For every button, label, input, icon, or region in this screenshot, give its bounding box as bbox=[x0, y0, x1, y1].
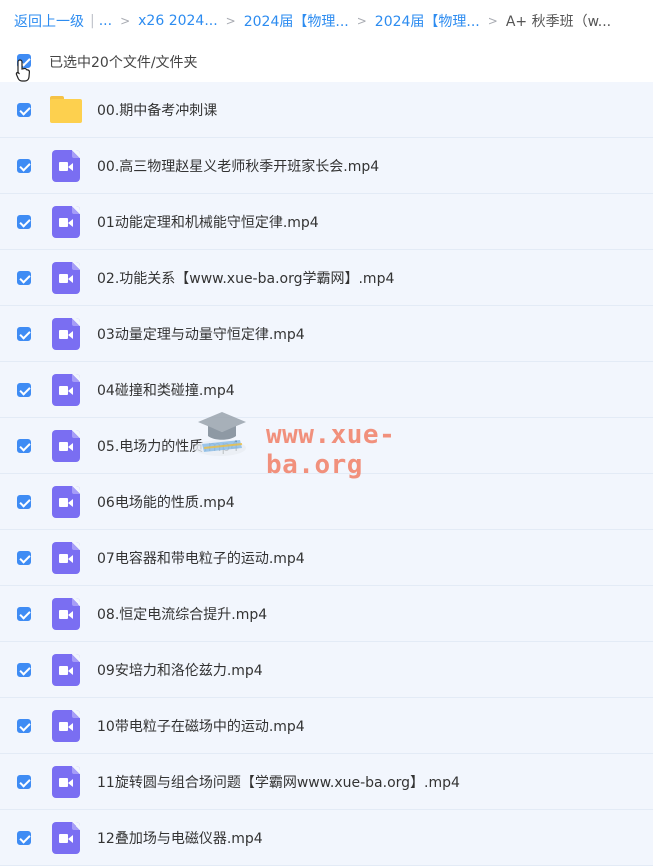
video-file-icon bbox=[50, 486, 82, 518]
row-checkbox[interactable] bbox=[17, 551, 31, 565]
mouse-cursor-icon bbox=[15, 59, 31, 82]
row-checkbox[interactable] bbox=[17, 327, 31, 341]
row-checkbox[interactable] bbox=[17, 775, 31, 789]
row-checkbox[interactable] bbox=[17, 383, 31, 397]
video-file-icon bbox=[50, 598, 82, 630]
file-row[interactable]: 09安培力和洛伦兹力.mp4 bbox=[0, 642, 653, 698]
file-name[interactable]: 12叠加场与电磁仪器.mp4 bbox=[97, 828, 263, 848]
file-name[interactable]: 04碰撞和类碰撞.mp4 bbox=[97, 380, 235, 400]
breadcrumb-item[interactable]: x26 2024... bbox=[138, 13, 218, 29]
breadcrumb-current: A+ 秋季班（w... bbox=[505, 14, 612, 30]
video-file-icon bbox=[50, 766, 82, 798]
selection-bar: 已选中20个文件/文件夹 bbox=[0, 44, 653, 78]
file-list: 00.期中备考冲刺课 00.高三物理赵星义老师秋季开班家长会.mp4 01动能定理和… bbox=[0, 82, 653, 866]
breadcrumb-item[interactable]: 2024届【物理... bbox=[375, 11, 480, 31]
file-row[interactable]: 08.恒定电流综合提升.mp4 bbox=[0, 586, 653, 642]
file-name[interactable]: 01动能定理和机械能守恒定律.mp4 bbox=[97, 212, 319, 232]
video-file-icon bbox=[50, 654, 82, 686]
video-file-icon bbox=[50, 430, 82, 462]
row-checkbox[interactable] bbox=[17, 103, 31, 117]
file-row[interactable]: 04碰撞和类碰撞.mp4 bbox=[0, 362, 653, 418]
file-row[interactable]: 01动能定理和机械能守恒定律.mp4 bbox=[0, 194, 653, 250]
breadcrumb-item[interactable]: 2024届【物理... bbox=[244, 11, 349, 31]
breadcrumb-separator: > bbox=[120, 14, 131, 28]
file-name[interactable]: 08.恒定电流综合提升.mp4 bbox=[97, 604, 267, 624]
row-checkbox[interactable] bbox=[17, 663, 31, 677]
file-row[interactable]: 12叠加场与电磁仪器.mp4 bbox=[0, 810, 653, 866]
video-file-icon bbox=[50, 822, 82, 854]
folder-row[interactable]: 00.期中备考冲刺课 bbox=[0, 82, 653, 138]
file-name[interactable]: 00.期中备考冲刺课 bbox=[97, 100, 217, 120]
breadcrumb-separator: > bbox=[356, 14, 367, 28]
file-row[interactable]: 06电场能的性质.mp4 bbox=[0, 474, 653, 530]
file-row[interactable]: 02.功能关系【www.xue-ba.org学霸网】.mp4 bbox=[0, 250, 653, 306]
selection-count-text: 已选中20个文件/文件夹 bbox=[49, 55, 198, 71]
file-name[interactable]: 00.高三物理赵星义老师秋季开班家长会.mp4 bbox=[97, 156, 379, 176]
back-link[interactable]: 返回上一级 bbox=[14, 11, 84, 31]
row-checkbox[interactable] bbox=[17, 159, 31, 173]
video-file-icon bbox=[50, 710, 82, 742]
folder-icon bbox=[50, 94, 82, 126]
row-checkbox[interactable] bbox=[17, 215, 31, 229]
video-file-icon bbox=[50, 318, 82, 350]
file-row[interactable]: 05.电场力的性质.mp4 bbox=[0, 418, 653, 474]
row-checkbox[interactable] bbox=[17, 719, 31, 733]
video-file-icon bbox=[50, 206, 82, 238]
file-name[interactable]: 11旋转圆与组合场问题【学霸网www.xue-ba.org】.mp4 bbox=[97, 772, 460, 792]
breadcrumb-ellipsis[interactable]: ... bbox=[99, 13, 112, 29]
row-checkbox[interactable] bbox=[17, 831, 31, 845]
row-checkbox[interactable] bbox=[17, 271, 31, 285]
file-name[interactable]: 03动量定理与动量守恒定律.mp4 bbox=[97, 324, 305, 344]
video-file-icon bbox=[50, 150, 82, 182]
file-row[interactable]: 11旋转圆与组合场问题【学霸网www.xue-ba.org】.mp4 bbox=[0, 754, 653, 810]
breadcrumb-divider: | bbox=[90, 13, 95, 29]
file-name[interactable]: 05.电场力的性质.mp4 bbox=[97, 436, 239, 456]
file-row[interactable]: 10带电粒子在磁场中的运动.mp4 bbox=[0, 698, 653, 754]
breadcrumb: 返回上一级 | ... > x26 2024... > 2024届【物理... … bbox=[14, 10, 611, 32]
breadcrumb-separator: > bbox=[487, 14, 498, 28]
breadcrumb-separator: > bbox=[225, 14, 236, 28]
file-row[interactable]: 00.高三物理赵星义老师秋季开班家长会.mp4 bbox=[0, 138, 653, 194]
file-row[interactable]: 07电容器和带电粒子的运动.mp4 bbox=[0, 530, 653, 586]
file-name[interactable]: 09安培力和洛伦兹力.mp4 bbox=[97, 660, 263, 680]
video-file-icon bbox=[50, 262, 82, 294]
video-file-icon bbox=[50, 542, 82, 574]
video-file-icon bbox=[50, 374, 82, 406]
file-row[interactable]: 03动量定理与动量守恒定律.mp4 bbox=[0, 306, 653, 362]
file-name[interactable]: 10带电粒子在磁场中的运动.mp4 bbox=[97, 716, 305, 736]
row-checkbox[interactable] bbox=[17, 495, 31, 509]
file-name[interactable]: 06电场能的性质.mp4 bbox=[97, 492, 235, 512]
row-checkbox[interactable] bbox=[17, 439, 31, 453]
file-name[interactable]: 07电容器和带电粒子的运动.mp4 bbox=[97, 548, 305, 568]
file-name[interactable]: 02.功能关系【www.xue-ba.org学霸网】.mp4 bbox=[97, 268, 394, 288]
row-checkbox[interactable] bbox=[17, 607, 31, 621]
